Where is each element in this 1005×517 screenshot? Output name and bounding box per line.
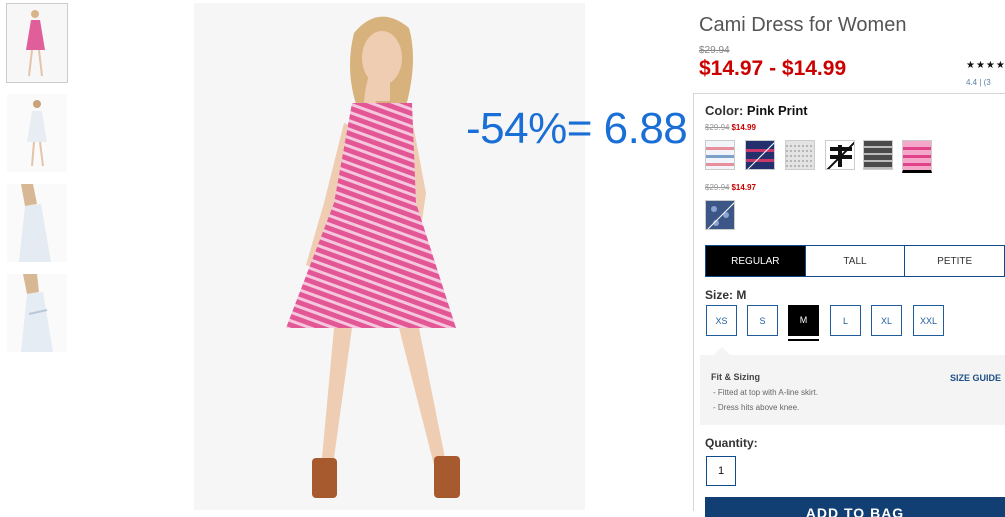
color-value: Pink Print bbox=[746, 103, 808, 118]
swatch-navy-stripe-pattern bbox=[746, 141, 774, 169]
swatch-grey-texture[interactable] bbox=[785, 140, 815, 170]
fit-detail-line: - Fitted at top with A-line skirt. bbox=[713, 388, 818, 397]
color-group-1-price: $29.94 $14.99 bbox=[705, 123, 756, 132]
tab-regular[interactable]: REGULAR bbox=[706, 246, 806, 276]
swatch-blue-floral[interactable] bbox=[705, 200, 735, 230]
add-to-bag-button[interactable]: ADD TO BAG bbox=[705, 497, 1005, 517]
swatch-light-blue-stripe-pattern bbox=[706, 141, 734, 169]
thumbnail-back-image bbox=[7, 94, 67, 172]
swatch-charcoal-stripe[interactable] bbox=[863, 140, 893, 170]
thumbnail-front-image bbox=[7, 4, 67, 82]
color-group-2-price: $29.94 $14.97 bbox=[705, 183, 756, 192]
size-option-xxl[interactable]: XXL bbox=[913, 305, 944, 336]
size-label: Size: M bbox=[705, 288, 746, 302]
size-option-xs[interactable]: XS bbox=[706, 305, 737, 336]
model-illustration bbox=[194, 3, 585, 510]
thumbnail-side[interactable] bbox=[6, 183, 68, 263]
color-label-text: Color: bbox=[705, 103, 744, 118]
rating-summary[interactable]: 4.4 | (3 bbox=[966, 78, 991, 87]
size-option-m[interactable]: M bbox=[788, 305, 819, 336]
fit-sizing-title: Fit & Sizing bbox=[711, 372, 760, 382]
swatch-pink-print[interactable] bbox=[902, 140, 932, 173]
color-group-1-sale-price: $14.99 bbox=[731, 123, 756, 132]
swatch-charcoal-stripe-pattern bbox=[864, 141, 892, 169]
product-title: Cami Dress for Women bbox=[699, 14, 907, 36]
swatch-grey-texture-pattern bbox=[786, 141, 814, 169]
thumbnail-detail-image bbox=[7, 274, 67, 352]
original-price: $29.94 bbox=[699, 45, 730, 56]
swatch-blue-floral-pattern bbox=[706, 201, 734, 229]
size-selected-indicator bbox=[788, 339, 819, 341]
color-group-2-sale-price: $14.97 bbox=[731, 183, 756, 192]
swatch-black-white-graphic[interactable] bbox=[825, 140, 855, 170]
color-label: Color: Pink Print bbox=[705, 103, 808, 118]
size-option-l[interactable]: L bbox=[830, 305, 861, 336]
thumbnail-side-image bbox=[7, 184, 67, 262]
thumbnail-back[interactable] bbox=[6, 93, 68, 173]
thumbnail-list bbox=[6, 3, 70, 363]
swatch-light-blue-stripe[interactable] bbox=[705, 140, 735, 170]
size-label-text: Size: bbox=[705, 288, 734, 302]
color-group-1-original-price: $29.94 bbox=[705, 123, 730, 132]
thumbnail-detail[interactable] bbox=[6, 273, 68, 353]
size-value: M bbox=[736, 288, 747, 302]
tab-petite[interactable]: PETITE bbox=[905, 246, 1004, 276]
swatch-navy-stripe[interactable] bbox=[745, 140, 775, 170]
fit-type-tabs: REGULAR TALL PETITE bbox=[705, 245, 1005, 277]
tab-tall[interactable]: TALL bbox=[806, 246, 906, 276]
swatch-pink-print-pattern bbox=[903, 141, 931, 170]
quantity-label: Quantity: bbox=[705, 436, 758, 450]
sale-price: $14.97 - $14.99 bbox=[699, 57, 847, 80]
color-group-2-original-price: $29.94 bbox=[705, 183, 730, 192]
fit-sizing-notch bbox=[714, 347, 730, 355]
discount-overlay: -54%= 6.88 bbox=[466, 104, 688, 153]
swatch-black-white-graphic-pattern bbox=[826, 141, 854, 169]
size-option-xl[interactable]: XL bbox=[871, 305, 902, 336]
thumbnail-front[interactable] bbox=[6, 3, 68, 83]
product-main-image bbox=[194, 3, 585, 510]
rating-stars-icon[interactable]: ★★★★ bbox=[966, 60, 1005, 71]
fit-detail-line: - Dress hits above knee. bbox=[713, 403, 800, 412]
size-option-s[interactable]: S bbox=[747, 305, 778, 336]
quantity-select[interactable]: 1 bbox=[706, 456, 736, 486]
size-guide-link[interactable]: SIZE GUIDE bbox=[950, 373, 1001, 383]
